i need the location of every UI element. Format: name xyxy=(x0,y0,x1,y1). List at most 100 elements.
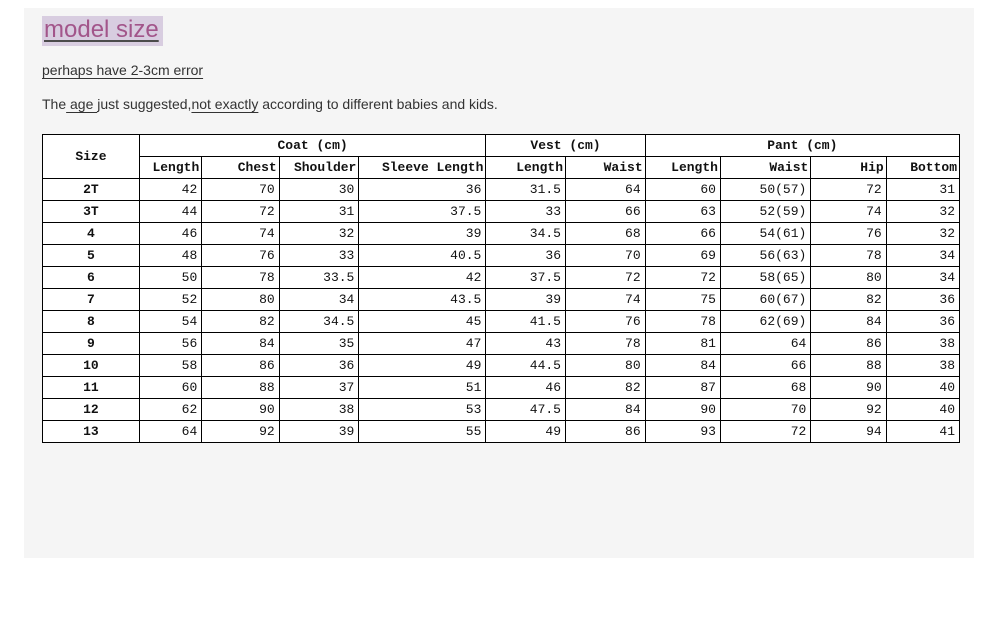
cell-pant: 60(67) xyxy=(720,289,810,311)
cell-pant: 64 xyxy=(720,333,810,355)
cell-coat: 82 xyxy=(202,311,279,333)
cell-coat: 38 xyxy=(279,399,359,421)
header-coat-length: Length xyxy=(139,157,201,179)
cell-coat: 40.5 xyxy=(359,245,486,267)
cell-coat: 39 xyxy=(279,421,359,443)
cell-pant: 84 xyxy=(645,355,720,377)
document-panel: model size perhaps have 2-3cm error The … xyxy=(24,8,974,558)
cell-coat: 70 xyxy=(202,179,279,201)
table-row: 6507833.54237.5727258(65)8034 xyxy=(43,267,960,289)
cell-coat: 43.5 xyxy=(359,289,486,311)
cell-pant: 34 xyxy=(886,245,959,267)
cell-pant: 32 xyxy=(886,201,959,223)
cell-coat: 60 xyxy=(139,377,201,399)
cell-pant: 63 xyxy=(645,201,720,223)
cell-coat: 42 xyxy=(139,179,201,201)
cell-pant: 54(61) xyxy=(720,223,810,245)
cell-vest: 31.5 xyxy=(486,179,566,201)
cell-size: 8 xyxy=(43,311,140,333)
cell-size: 7 xyxy=(43,289,140,311)
header-coat-shoulder: Shoulder xyxy=(279,157,359,179)
cell-pant: 38 xyxy=(886,333,959,355)
cell-pant: 86 xyxy=(811,333,886,355)
cell-coat: 52 xyxy=(139,289,201,311)
cell-coat: 47 xyxy=(359,333,486,355)
cell-pant: 62(69) xyxy=(720,311,810,333)
cell-pant: 32 xyxy=(886,223,959,245)
cell-pant: 92 xyxy=(811,399,886,421)
cell-vest: 39 xyxy=(486,289,566,311)
size-table-wrap: Size Coat (cm) Vest (cm) Pant (cm) Lengt… xyxy=(42,134,960,443)
title-text: model size xyxy=(42,16,163,46)
age-note-post: according to different babies and kids. xyxy=(258,96,497,112)
cell-vest: 64 xyxy=(566,179,646,201)
cell-size: 11 xyxy=(43,377,140,399)
cell-vest: 34.5 xyxy=(486,223,566,245)
size-table: Size Coat (cm) Vest (cm) Pant (cm) Lengt… xyxy=(42,134,960,443)
age-note-pre: The xyxy=(42,96,66,112)
cell-vest: 66 xyxy=(566,201,646,223)
cell-pant: 78 xyxy=(811,245,886,267)
cell-vest: 80 xyxy=(566,355,646,377)
cell-coat: 50 xyxy=(139,267,201,289)
cell-pant: 74 xyxy=(811,201,886,223)
header-vest-waist: Waist xyxy=(566,157,646,179)
cell-vest: 82 xyxy=(566,377,646,399)
age-note-u1: age xyxy=(66,96,97,112)
age-note: The age just suggested,not exactly accor… xyxy=(42,96,956,112)
cell-vest: 44.5 xyxy=(486,355,566,377)
cell-pant: 50(57) xyxy=(720,179,810,201)
page-title: model size xyxy=(42,16,956,46)
cell-vest: 49 xyxy=(486,421,566,443)
cell-coat: 36 xyxy=(279,355,359,377)
header-pant-length: Length xyxy=(645,157,720,179)
cell-size: 12 xyxy=(43,399,140,421)
table-row: 548763340.536706956(63)7834 xyxy=(43,245,960,267)
cell-vest: 43 xyxy=(486,333,566,355)
cell-pant: 72 xyxy=(720,421,810,443)
cell-coat: 92 xyxy=(202,421,279,443)
cell-vest: 72 xyxy=(566,267,646,289)
cell-pant: 41 xyxy=(886,421,959,443)
cell-pant: 60 xyxy=(645,179,720,201)
cell-vest: 37.5 xyxy=(486,267,566,289)
cell-coat: 72 xyxy=(202,201,279,223)
table-header: Size Coat (cm) Vest (cm) Pant (cm) Lengt… xyxy=(43,135,960,179)
cell-pant: 70 xyxy=(720,399,810,421)
cell-size: 4 xyxy=(43,223,140,245)
cell-size: 3T xyxy=(43,201,140,223)
cell-coat: 54 xyxy=(139,311,201,333)
cell-coat: 56 xyxy=(139,333,201,355)
table-row: 2T4270303631.5646050(57)7231 xyxy=(43,179,960,201)
cell-pant: 94 xyxy=(811,421,886,443)
cell-pant: 66 xyxy=(720,355,810,377)
cell-pant: 82 xyxy=(811,289,886,311)
cell-coat: 55 xyxy=(359,421,486,443)
cell-pant: 87 xyxy=(645,377,720,399)
cell-pant: 69 xyxy=(645,245,720,267)
cell-coat: 35 xyxy=(279,333,359,355)
cell-vest: 47.5 xyxy=(486,399,566,421)
cell-pant: 58(65) xyxy=(720,267,810,289)
cell-pant: 81 xyxy=(645,333,720,355)
cell-size: 5 xyxy=(43,245,140,267)
cell-coat: 42 xyxy=(359,267,486,289)
cell-vest: 76 xyxy=(566,311,646,333)
cell-pant: 52(59) xyxy=(720,201,810,223)
error-note: perhaps have 2-3cm error xyxy=(42,62,956,78)
cell-coat: 86 xyxy=(202,355,279,377)
cell-coat: 39 xyxy=(359,223,486,245)
cell-coat: 53 xyxy=(359,399,486,421)
cell-coat: 33 xyxy=(279,245,359,267)
cell-vest: 46 xyxy=(486,377,566,399)
cell-coat: 80 xyxy=(202,289,279,311)
table-row: 126290385347.58490709240 xyxy=(43,399,960,421)
cell-coat: 76 xyxy=(202,245,279,267)
cell-coat: 58 xyxy=(139,355,201,377)
cell-coat: 45 xyxy=(359,311,486,333)
cell-coat: 84 xyxy=(202,333,279,355)
table-row: 3T44723137.533666352(59)7432 xyxy=(43,201,960,223)
cell-pant: 76 xyxy=(811,223,886,245)
header-pant: Pant (cm) xyxy=(645,135,959,157)
cell-coat: 90 xyxy=(202,399,279,421)
